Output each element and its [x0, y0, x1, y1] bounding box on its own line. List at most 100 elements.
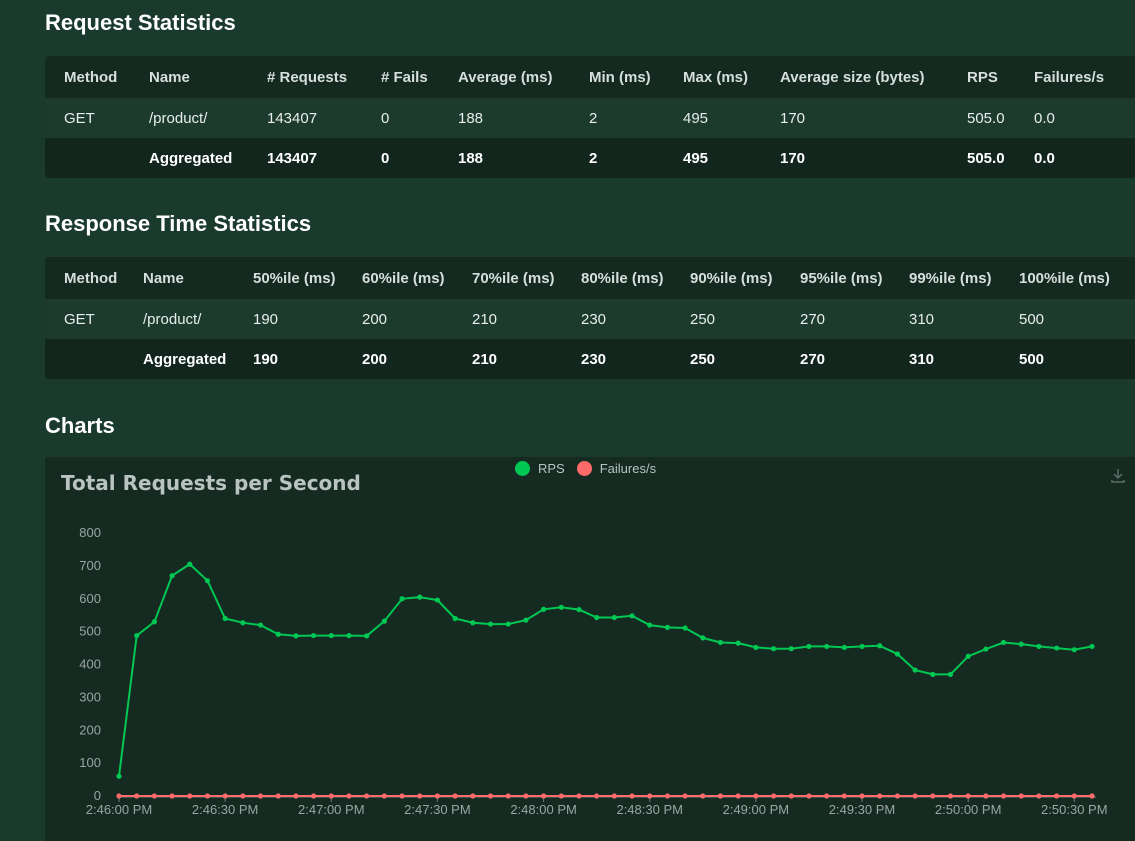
failures-point[interactable] [576, 793, 582, 799]
rps-point[interactable] [558, 604, 564, 610]
failures-point[interactable] [151, 793, 157, 799]
failures-point[interactable] [1000, 793, 1007, 799]
rps-point[interactable] [770, 646, 777, 652]
failures-point[interactable] [134, 793, 140, 799]
failures-point[interactable] [664, 793, 671, 799]
failures-point[interactable] [222, 793, 228, 799]
failures-point[interactable] [1089, 793, 1095, 799]
rps-point[interactable] [806, 643, 812, 650]
failures-point[interactable] [1071, 793, 1077, 799]
failures-point[interactable] [346, 793, 352, 799]
failures-point[interactable] [540, 793, 547, 799]
rps-point[interactable] [328, 632, 334, 639]
failures-point[interactable] [770, 793, 777, 799]
rps-point[interactable] [505, 621, 511, 627]
failures-point[interactable] [293, 793, 299, 799]
rps-point[interactable] [629, 613, 635, 619]
failures-point[interactable] [204, 793, 211, 799]
rps-point[interactable] [257, 622, 264, 628]
failures-point[interactable] [682, 793, 688, 799]
rps-point[interactable] [1089, 643, 1095, 650]
failures-point[interactable] [311, 793, 317, 799]
rps-point[interactable] [311, 632, 317, 639]
failures-point[interactable] [611, 793, 617, 799]
failures-point[interactable] [859, 793, 865, 799]
failures-point[interactable] [434, 793, 441, 799]
rps-point[interactable] [540, 606, 547, 612]
rps-point[interactable] [824, 643, 830, 650]
failures-point[interactable] [558, 793, 564, 799]
failures-point[interactable] [947, 793, 954, 799]
rps-point[interactable] [1018, 641, 1024, 647]
rps-point[interactable] [222, 615, 228, 622]
failures-point[interactable] [399, 793, 405, 799]
rps-point[interactable] [346, 632, 352, 639]
failures-point[interactable] [983, 793, 989, 799]
rps-point[interactable] [877, 643, 883, 649]
failures-point[interactable] [700, 793, 706, 799]
rps-point[interactable] [434, 597, 441, 603]
rps-point[interactable] [452, 615, 458, 622]
failures-point[interactable] [930, 793, 936, 799]
rps-point[interactable] [965, 653, 971, 659]
rps-point[interactable] [523, 617, 529, 623]
rps-point[interactable] [187, 561, 193, 567]
failures-point[interactable] [735, 793, 741, 799]
failures-point[interactable] [1018, 793, 1024, 799]
failures-point[interactable] [257, 793, 264, 799]
rps-point[interactable] [930, 671, 936, 677]
rps-point[interactable] [487, 621, 494, 627]
rps-point[interactable] [753, 644, 759, 651]
rps-point[interactable] [1036, 643, 1042, 650]
rps-point[interactable] [859, 643, 865, 650]
rps-point[interactable] [381, 618, 387, 624]
rps-point[interactable] [788, 646, 794, 652]
rps-point[interactable] [470, 620, 476, 626]
rps-point[interactable] [134, 632, 140, 639]
failures-point[interactable] [965, 793, 971, 799]
rps-point[interactable] [735, 640, 741, 646]
failures-point[interactable] [116, 793, 122, 799]
failures-point[interactable] [381, 793, 387, 799]
failures-point[interactable] [894, 793, 901, 799]
rps-point[interactable] [151, 619, 157, 625]
failures-point[interactable] [487, 793, 494, 799]
failures-point[interactable] [806, 793, 812, 799]
rps-point[interactable] [576, 606, 582, 613]
failures-point[interactable] [523, 793, 529, 799]
rps-point[interactable] [204, 578, 211, 584]
failures-point[interactable] [505, 793, 511, 799]
rps-point[interactable] [947, 671, 954, 677]
failures-point[interactable] [647, 793, 653, 799]
failures-point[interactable] [417, 793, 423, 799]
rps-point[interactable] [841, 644, 847, 651]
rps-point[interactable] [399, 596, 405, 602]
rps-point[interactable] [1071, 647, 1077, 653]
rps-point[interactable] [1054, 645, 1060, 651]
failures-point[interactable] [912, 793, 918, 799]
failures-point[interactable] [470, 793, 476, 799]
failures-point[interactable] [275, 793, 281, 799]
failures-point[interactable] [187, 793, 193, 799]
rps-point[interactable] [364, 633, 370, 639]
rps-point[interactable] [682, 625, 688, 631]
rps-point[interactable] [912, 667, 918, 673]
rps-point[interactable] [611, 614, 617, 621]
failures-point[interactable] [824, 793, 830, 799]
rps-point[interactable] [275, 631, 281, 637]
failures-point[interactable] [841, 793, 847, 799]
failures-point[interactable] [594, 793, 600, 799]
failures-point[interactable] [753, 793, 759, 799]
rps-point[interactable] [169, 573, 175, 579]
rps-point[interactable] [116, 773, 122, 779]
failures-point[interactable] [877, 793, 883, 799]
rps-point[interactable] [700, 635, 706, 641]
failures-point[interactable] [364, 793, 370, 799]
failures-point[interactable] [1036, 793, 1042, 799]
failures-point[interactable] [717, 793, 724, 799]
failures-point[interactable] [452, 793, 458, 799]
rps-point[interactable] [664, 624, 671, 630]
rps-point[interactable] [894, 651, 901, 657]
rps-point[interactable] [417, 594, 423, 600]
rps-point[interactable] [594, 614, 600, 621]
